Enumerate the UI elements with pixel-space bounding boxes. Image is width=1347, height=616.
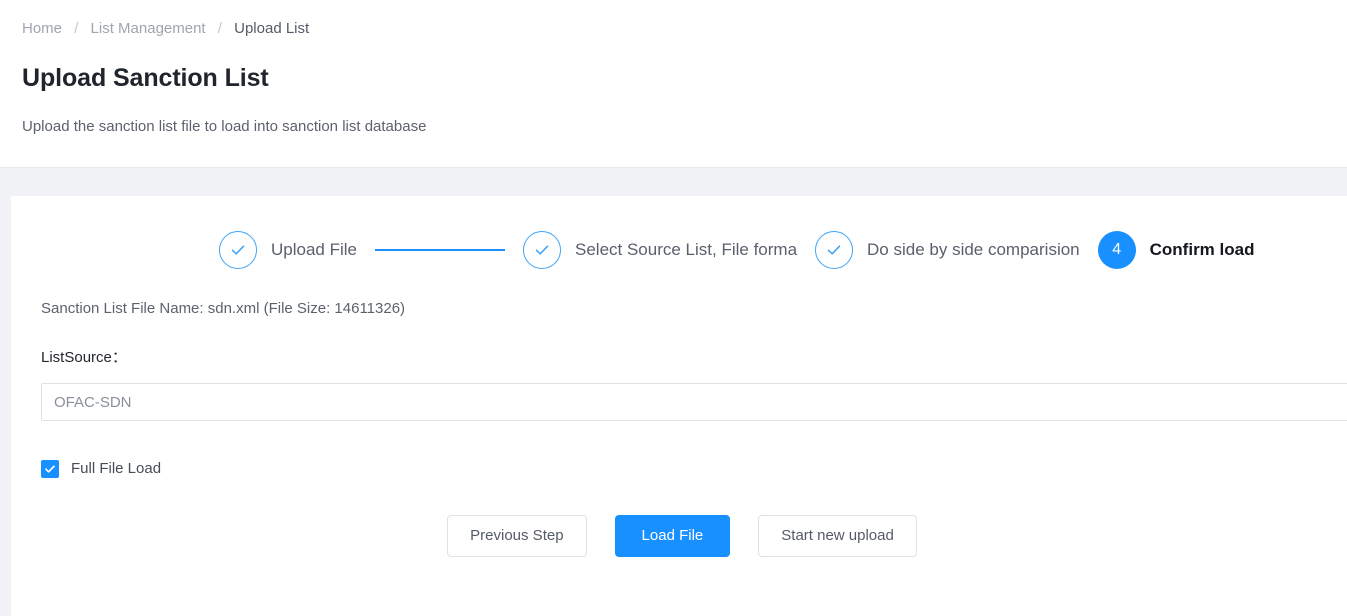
page-title: Upload Sanction List [22,64,269,92]
file-info-text: Sanction List File Name: sdn.xml (File S… [41,300,406,317]
check-icon [523,231,561,269]
check-icon [815,231,854,269]
breadcrumb-separator: / [74,20,79,37]
breadcrumb-separator: / [217,20,222,37]
start-new-upload-button[interactable]: Start new upload [758,515,917,557]
full-file-load-checkbox[interactable] [41,460,59,478]
step-side-by-side-comparison[interactable]: Do side by side comparision [815,231,1080,269]
step-label: Upload File [271,240,357,259]
step-confirm-load[interactable]: 4 Confirm load [1097,231,1255,269]
list-source-label: ListSource： [41,349,127,366]
breadcrumb-item-list-management[interactable]: List Management [91,20,206,37]
step-connector [375,249,505,251]
page-description: Upload the sanction list file to load in… [22,118,427,135]
step-select-source-list[interactable]: Select Source List, File forma [523,231,797,269]
full-file-load-row[interactable]: Full File Load [41,459,1317,479]
step-label: Confirm load [1149,240,1255,259]
upload-card: Upload File Select Source List, File for… [11,196,1347,616]
list-source-input[interactable] [41,383,1347,421]
full-file-load-label: Full File Load [71,460,162,477]
page-header: Home / List Management / Upload List Upl… [0,0,1347,168]
load-file-button[interactable]: Load File [614,515,731,557]
content-background: Upload File Select Source List, File for… [0,168,1347,616]
previous-step-button[interactable]: Previous Step [447,515,587,557]
step-label: Do side by side comparision [867,240,1080,259]
breadcrumb-item-upload-list[interactable]: Upload List [234,20,309,37]
breadcrumb-item-home[interactable]: Home [22,20,62,37]
step-label: Select Source List, File forma [575,240,798,259]
action-buttons: Previous Step Load File Start new upload [41,515,1317,557]
check-icon [219,231,257,269]
breadcrumb: Home / List Management / Upload List [0,18,1347,40]
stepper: Upload File Select Source List, File for… [219,230,1317,270]
step-number-badge: 4 [1097,231,1136,269]
step-upload-file[interactable]: Upload File [219,231,357,269]
